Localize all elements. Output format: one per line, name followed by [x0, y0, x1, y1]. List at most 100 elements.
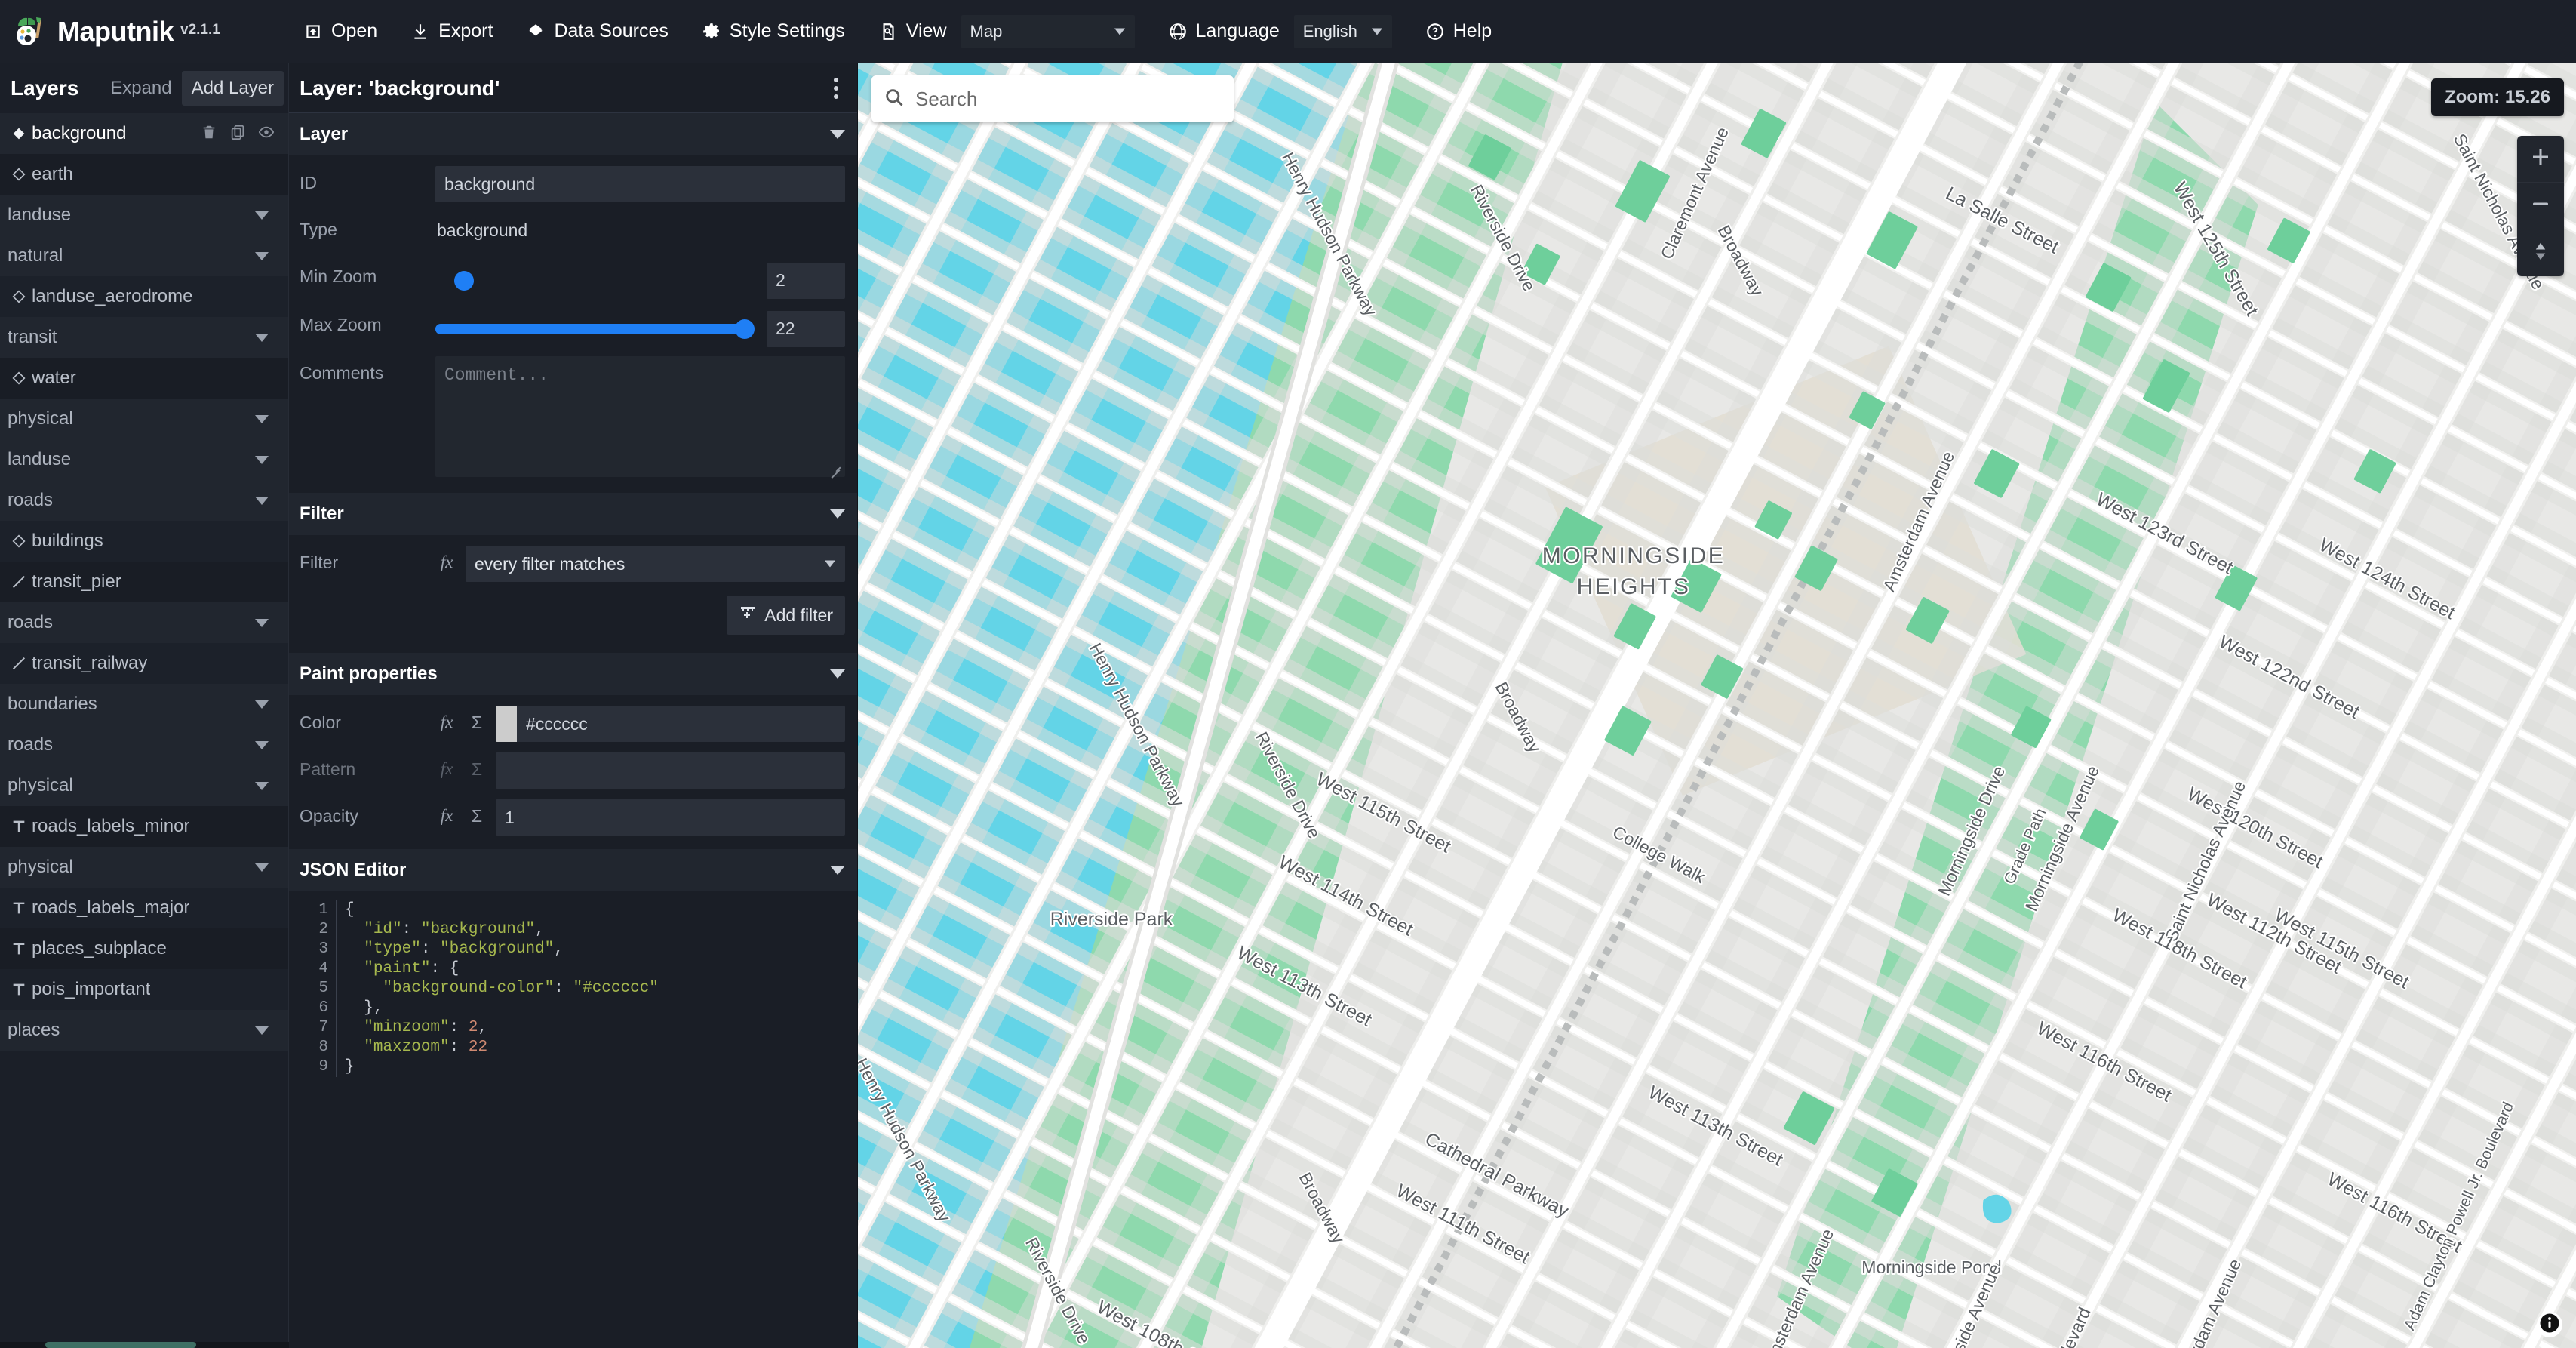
filter-mode-select[interactable]: every filter matches	[466, 546, 845, 582]
chevron-down-icon	[830, 866, 845, 875]
paint-fx-button-pattern[interactable]: fx	[435, 752, 458, 779]
toolbar-data-sources-button[interactable]: Data Sources	[509, 13, 684, 50]
paint-fx-button-opacity[interactable]: fx	[435, 799, 458, 826]
map-zoom-controls	[2517, 136, 2564, 276]
paint-sigma-button-color[interactable]: Σ	[466, 706, 488, 733]
chevron-down-icon[interactable]	[255, 619, 269, 627]
scrollbar-thumb[interactable]	[45, 1342, 196, 1348]
view-mode-select[interactable]: Map	[961, 15, 1135, 48]
layer-row-label: places_subplace	[32, 938, 167, 959]
map-attribution-button[interactable]	[2537, 1312, 2562, 1337]
chevron-down-icon[interactable]	[255, 782, 269, 790]
color-swatch[interactable]	[496, 706, 517, 742]
layer-row-transit_pier[interactable]: transit_pier	[0, 562, 288, 602]
toolbar-open-button[interactable]: Open	[287, 13, 394, 50]
layer-row-transit_railway[interactable]: transit_railway	[0, 643, 288, 684]
max-zoom-slider-track[interactable]	[435, 324, 758, 334]
layer-group-row-roads[interactable]: roads	[0, 480, 288, 521]
compass-updown-icon	[2529, 240, 2552, 266]
map-search-box[interactable]	[871, 75, 1234, 122]
zoom-out-button[interactable]	[2517, 183, 2564, 229]
min-zoom-value[interactable]: 2	[767, 263, 845, 299]
section-header-json-editor[interactable]: JSON Editor	[289, 849, 857, 891]
chevron-down-icon[interactable]	[255, 334, 269, 342]
layer-row-earth[interactable]: earth	[0, 154, 288, 195]
layer-row-water[interactable]: water	[0, 358, 288, 399]
search-input[interactable]	[915, 88, 1222, 111]
map-panel[interactable]: Henry Hudson ParkwayRiverside DriveClare…	[858, 63, 2576, 1348]
chevron-down-icon[interactable]	[255, 211, 269, 220]
copy-icon[interactable]	[229, 124, 246, 144]
min-zoom-slider-thumb[interactable]	[454, 271, 474, 291]
layer-group-row-physical[interactable]: physical	[0, 399, 288, 439]
add-filter-button[interactable]: Add filter	[727, 596, 845, 635]
field-row-filter: Filter fx every filter matches	[300, 541, 845, 588]
paint-pattern-input[interactable]	[496, 752, 845, 789]
toolbar-help-button[interactable]: Help	[1409, 13, 1508, 50]
paint-sigma-button-opacity[interactable]: Σ	[466, 799, 488, 826]
chevron-down-icon[interactable]	[255, 456, 269, 464]
expand-layers-button[interactable]: Expand	[100, 71, 181, 106]
map-canvas[interactable]: Henry Hudson ParkwayRiverside DriveClare…	[858, 63, 2576, 1348]
chevron-down-icon[interactable]	[255, 1026, 269, 1035]
filter-fx-button[interactable]: fx	[435, 546, 458, 572]
layer-group-row-roads[interactable]: roads	[0, 602, 288, 643]
chevron-down-icon[interactable]	[255, 497, 269, 505]
layer-group-row-landuse[interactable]: landuse	[0, 439, 288, 480]
map-tilt-button[interactable]	[2517, 229, 2564, 276]
min-zoom-slider-track[interactable]	[435, 275, 758, 286]
toolbar-style-settings-button[interactable]: Style Settings	[685, 13, 862, 50]
max-zoom-slider-thumb[interactable]	[735, 319, 755, 339]
paint-opacity-input[interactable]	[496, 799, 845, 836]
chevron-down-icon[interactable]	[255, 741, 269, 749]
chevron-down-icon[interactable]	[255, 700, 269, 709]
layer-row-places_subplace[interactable]: places_subplace	[0, 928, 288, 969]
view-mode-select-wrap: Map	[955, 15, 1135, 48]
language-select[interactable]: English	[1294, 15, 1392, 48]
paint-fx-button-color[interactable]: fx	[435, 706, 458, 732]
layer-row-label: earth	[32, 164, 73, 185]
layer-group-row-natural[interactable]: natural	[0, 235, 288, 276]
layers-horizontal-scrollbar[interactable]	[0, 1342, 289, 1348]
layer-row-label: roads_labels_minor	[32, 816, 189, 837]
layer-group-row-roads[interactable]: roads	[0, 725, 288, 765]
section-header-paint[interactable]: Paint properties	[289, 653, 857, 695]
layer-group-row-landuse[interactable]: landuse	[0, 195, 288, 235]
paint-color-control[interactable]	[496, 706, 845, 742]
add-layer-button[interactable]: Add Layer	[182, 71, 284, 106]
layer-group-row-physical[interactable]: physical	[0, 847, 288, 888]
trash-icon[interactable]	[201, 124, 217, 144]
layer-row-roads_labels_major[interactable]: roads_labels_major	[0, 888, 288, 928]
layer-group-row-boundaries[interactable]: boundaries	[0, 684, 288, 725]
comments-textarea[interactable]	[435, 356, 845, 477]
eye-icon[interactable]	[258, 124, 275, 144]
layer-properties-header: Layer: 'background'	[289, 63, 857, 113]
layer-row-pois_important[interactable]: pois_important	[0, 969, 288, 1010]
layer-row-label: pois_important	[32, 979, 150, 1000]
chevron-down-icon[interactable]	[255, 863, 269, 872]
max-zoom-value[interactable]: 22	[767, 311, 845, 347]
layers-list[interactable]: backgroundearthlandusenaturallanduse_aer…	[0, 113, 288, 1348]
layer-group-row-places[interactable]: places	[0, 1010, 288, 1051]
paint-color-input[interactable]	[517, 706, 845, 742]
layer-group-row-transit[interactable]: transit	[0, 317, 288, 358]
chevron-down-icon[interactable]	[255, 415, 269, 423]
field-row-comments: Comments	[300, 352, 845, 485]
kebab-menu-icon[interactable]	[827, 72, 845, 105]
toolbar-export-button[interactable]: Export	[394, 13, 509, 50]
layer-id-input[interactable]	[435, 166, 845, 202]
layer-row-roads_labels_minor[interactable]: roads_labels_minor	[0, 806, 288, 847]
layer-properties-panel: Layer: 'background' Layer ID Type backgr…	[289, 63, 858, 1348]
zoom-in-button[interactable]	[2517, 136, 2564, 183]
layer-group-row-physical[interactable]: physical	[0, 765, 288, 806]
field-label-type: Type	[300, 213, 435, 240]
layer-row-background[interactable]: background	[0, 113, 288, 154]
section-header-filter[interactable]: Filter	[289, 493, 857, 535]
chevron-down-icon[interactable]	[255, 252, 269, 260]
layer-row-landuse_aerodrome[interactable]: landuse_aerodrome	[0, 276, 288, 317]
section-header-layer[interactable]: Layer	[289, 113, 857, 155]
json-code[interactable]: { "id": "background", "type": "backgroun…	[336, 900, 857, 1077]
paint-sigma-button-pattern[interactable]: Σ	[466, 752, 488, 780]
json-editor-body[interactable]: 123456789 { "id": "background", "type": …	[289, 891, 857, 1348]
layer-row-buildings[interactable]: buildings	[0, 521, 288, 562]
